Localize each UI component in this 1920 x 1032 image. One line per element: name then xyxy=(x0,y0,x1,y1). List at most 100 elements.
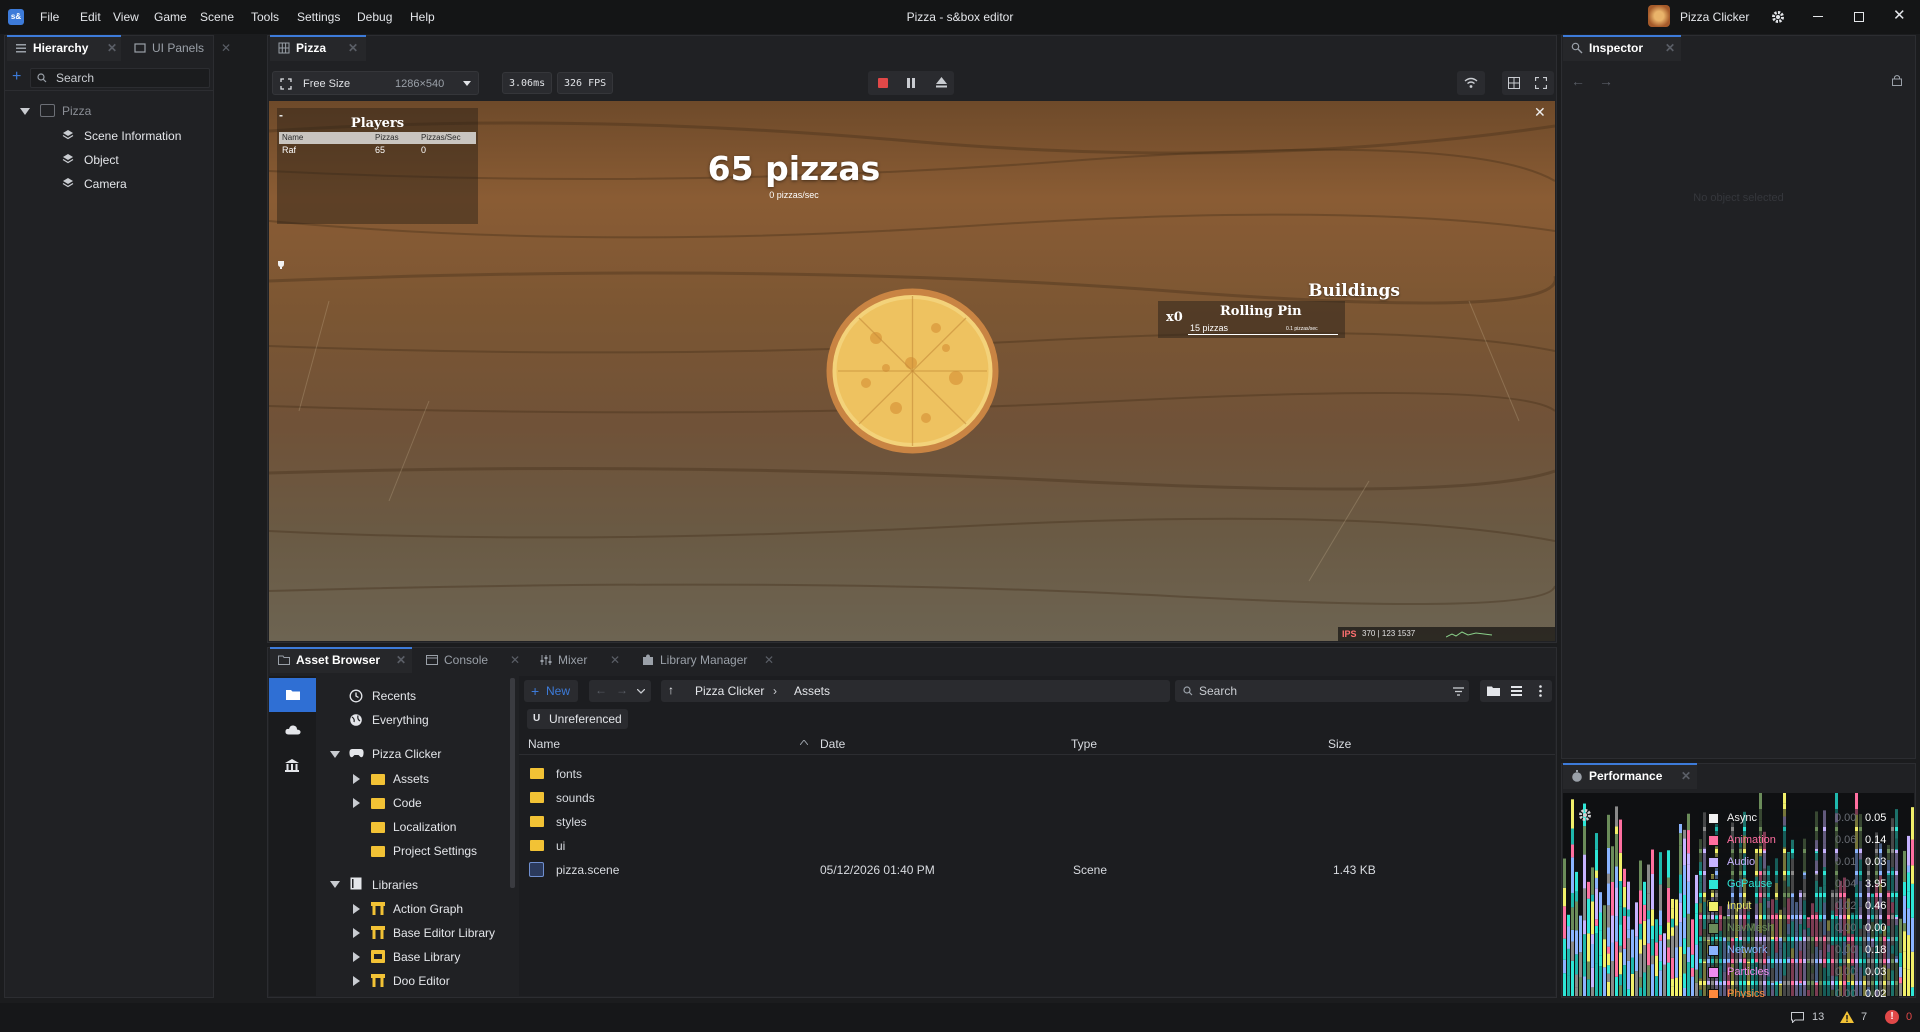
menu-file[interactable]: File xyxy=(40,0,59,34)
hierarchy-item-camera[interactable]: Camera xyxy=(84,174,127,194)
close-hud-icon[interactable]: ✕ xyxy=(1534,105,1546,119)
perf-color-swatch[interactable] xyxy=(1708,813,1719,824)
tree-libraries[interactable]: Libraries xyxy=(372,875,418,895)
perf-row[interactable]: Input 0.02 0.46 xyxy=(1699,897,1899,915)
size-mode-dropdown[interactable]: Free Size 1286×540 xyxy=(272,71,479,95)
perf-row[interactable]: Audio 0.01 0.03 xyxy=(1699,853,1899,871)
close-icon[interactable]: ✕ xyxy=(1665,35,1675,61)
game-view[interactable]: - Players Name Pizzas Pizzas/Sec Raf 65 … xyxy=(269,101,1555,641)
table-row[interactable]: ui xyxy=(524,836,1552,856)
filter-icon[interactable] xyxy=(1453,687,1464,696)
close-icon[interactable]: ✕ xyxy=(610,647,620,673)
menu-debug[interactable]: Debug xyxy=(357,0,392,34)
close-icon[interactable]: ✕ xyxy=(1681,763,1691,789)
close-icon[interactable]: ✕ xyxy=(221,35,231,61)
library-icon[interactable] xyxy=(285,759,299,772)
perf-color-swatch[interactable] xyxy=(1708,945,1719,956)
layout-grid-icon[interactable] xyxy=(1508,77,1520,89)
chevron-down-icon[interactable] xyxy=(637,689,645,694)
table-row[interactable]: styles xyxy=(524,812,1552,832)
tab-console[interactable]: Console ✕ xyxy=(418,647,528,673)
warning-icon[interactable] xyxy=(1840,1011,1854,1023)
tree-recents[interactable]: Recents xyxy=(372,686,416,706)
tree-base-library[interactable]: Base Library xyxy=(393,947,460,967)
perf-color-swatch[interactable] xyxy=(1708,835,1719,846)
tree-localization[interactable]: Localization xyxy=(393,817,456,837)
collapsed-triangle-icon[interactable] xyxy=(353,928,360,938)
forward-arrow-icon[interactable]: → xyxy=(1599,73,1613,89)
tab-mixer[interactable]: Mixer ✕ xyxy=(532,647,627,673)
filter-unreferenced-chip[interactable]: U Unreferenced xyxy=(527,709,628,729)
perf-row[interactable]: NavMesh 0.00 0.00 xyxy=(1699,919,1899,937)
restore-icon[interactable] xyxy=(1854,12,1864,22)
cloud-icon[interactable] xyxy=(285,724,301,735)
hierarchy-root[interactable]: Pizza xyxy=(62,101,91,121)
perf-row[interactable]: Particles 0.00 0.03 xyxy=(1699,963,1899,981)
lock-icon[interactable] xyxy=(1892,74,1902,86)
tree-base-editor-library[interactable]: Base Editor Library xyxy=(393,923,495,943)
tab-hierarchy[interactable]: Hierarchy ✕ xyxy=(7,35,121,61)
close-icon[interactable]: ✕ xyxy=(107,35,117,61)
pizza-button[interactable] xyxy=(826,288,999,454)
collapsed-triangle-icon[interactable] xyxy=(353,976,360,986)
forward-arrow-icon[interactable]: → xyxy=(616,683,628,697)
menu-edit[interactable]: Edit xyxy=(80,0,101,34)
collapsed-triangle-icon[interactable] xyxy=(353,798,360,808)
collapsed-triangle-icon[interactable] xyxy=(353,774,360,784)
breadcrumb-assets[interactable]: Assets xyxy=(794,680,830,702)
pause-icon[interactable] xyxy=(906,78,916,88)
hierarchy-item-object[interactable]: Object xyxy=(84,150,119,170)
tab-inspector[interactable]: Inspector ✕ xyxy=(1563,35,1681,61)
error-icon[interactable]: ! xyxy=(1885,1010,1899,1024)
expand-triangle-icon[interactable] xyxy=(330,881,340,889)
new-asset-button[interactable]: + New xyxy=(524,680,578,702)
tab-asset-browser[interactable]: Asset Browser ✕ xyxy=(270,647,412,673)
tree-scrollbar[interactable] xyxy=(510,678,515,888)
perf-color-swatch[interactable] xyxy=(1708,879,1719,890)
expand-triangle-icon[interactable] xyxy=(330,751,340,759)
folder-view-icon[interactable] xyxy=(1487,686,1500,696)
message-icon[interactable] xyxy=(1791,1012,1804,1023)
menu-settings[interactable]: Settings xyxy=(297,0,340,34)
stop-icon[interactable] xyxy=(878,78,888,88)
perf-row[interactable]: Network 0.00 0.18 xyxy=(1699,941,1899,959)
up-arrow-icon[interactable]: ↑ xyxy=(668,683,674,697)
project-avatar[interactable] xyxy=(1648,5,1670,27)
perf-color-swatch[interactable] xyxy=(1708,901,1719,912)
breadcrumb-project[interactable]: Pizza Clicker xyxy=(695,680,764,702)
eject-icon[interactable] xyxy=(936,77,947,88)
asset-search-input[interactable]: Search xyxy=(1175,680,1469,702)
menu-view[interactable]: View xyxy=(113,0,139,34)
perf-row[interactable]: Physics 0.00 0.02 xyxy=(1699,985,1899,998)
back-arrow-icon[interactable]: ← xyxy=(595,683,607,697)
tree-project[interactable]: Pizza Clicker xyxy=(372,744,441,764)
column-name[interactable]: Name xyxy=(528,737,560,751)
tab-pizza[interactable]: Pizza ✕ xyxy=(270,35,366,61)
perf-color-swatch[interactable] xyxy=(1708,923,1719,934)
perf-color-swatch[interactable] xyxy=(1708,857,1719,868)
tree-assets[interactable]: Assets xyxy=(393,769,429,789)
menu-game[interactable]: Game xyxy=(154,0,187,34)
settings-gear-icon[interactable] xyxy=(1578,808,1592,822)
perf-row[interactable]: Animation 0.06 0.14 xyxy=(1699,831,1899,849)
perf-color-swatch[interactable] xyxy=(1708,967,1719,978)
sbox-logo[interactable]: s& xyxy=(8,9,24,25)
perf-row[interactable]: Async 0.00 0.05 xyxy=(1699,809,1899,827)
project-name[interactable]: Pizza Clicker xyxy=(1680,0,1749,34)
menu-tools[interactable]: Tools xyxy=(251,0,279,34)
tab-performance[interactable]: Performance ✕ xyxy=(1563,763,1697,789)
close-window-icon[interactable]: ✕ xyxy=(1893,8,1906,24)
close-icon[interactable]: ✕ xyxy=(396,647,406,673)
tree-action-graph[interactable]: Action Graph xyxy=(393,899,463,919)
table-row[interactable]: pizza.scene 05/12/2026 01:40 PM Scene 1.… xyxy=(524,860,1552,880)
hierarchy-item-scene-information[interactable]: Scene Information xyxy=(84,126,181,146)
collapsed-triangle-icon[interactable] xyxy=(353,952,360,962)
list-view-icon[interactable] xyxy=(1511,686,1522,696)
tree-doo-editor[interactable]: Doo Editor xyxy=(393,971,450,991)
tree-project-settings[interactable]: Project Settings xyxy=(393,841,477,861)
table-row[interactable]: fonts xyxy=(524,764,1552,784)
expand-triangle-icon[interactable] xyxy=(20,108,30,116)
close-icon[interactable]: ✕ xyxy=(764,647,774,673)
gear-icon[interactable] xyxy=(1771,10,1785,24)
network-button[interactable] xyxy=(1457,71,1485,95)
